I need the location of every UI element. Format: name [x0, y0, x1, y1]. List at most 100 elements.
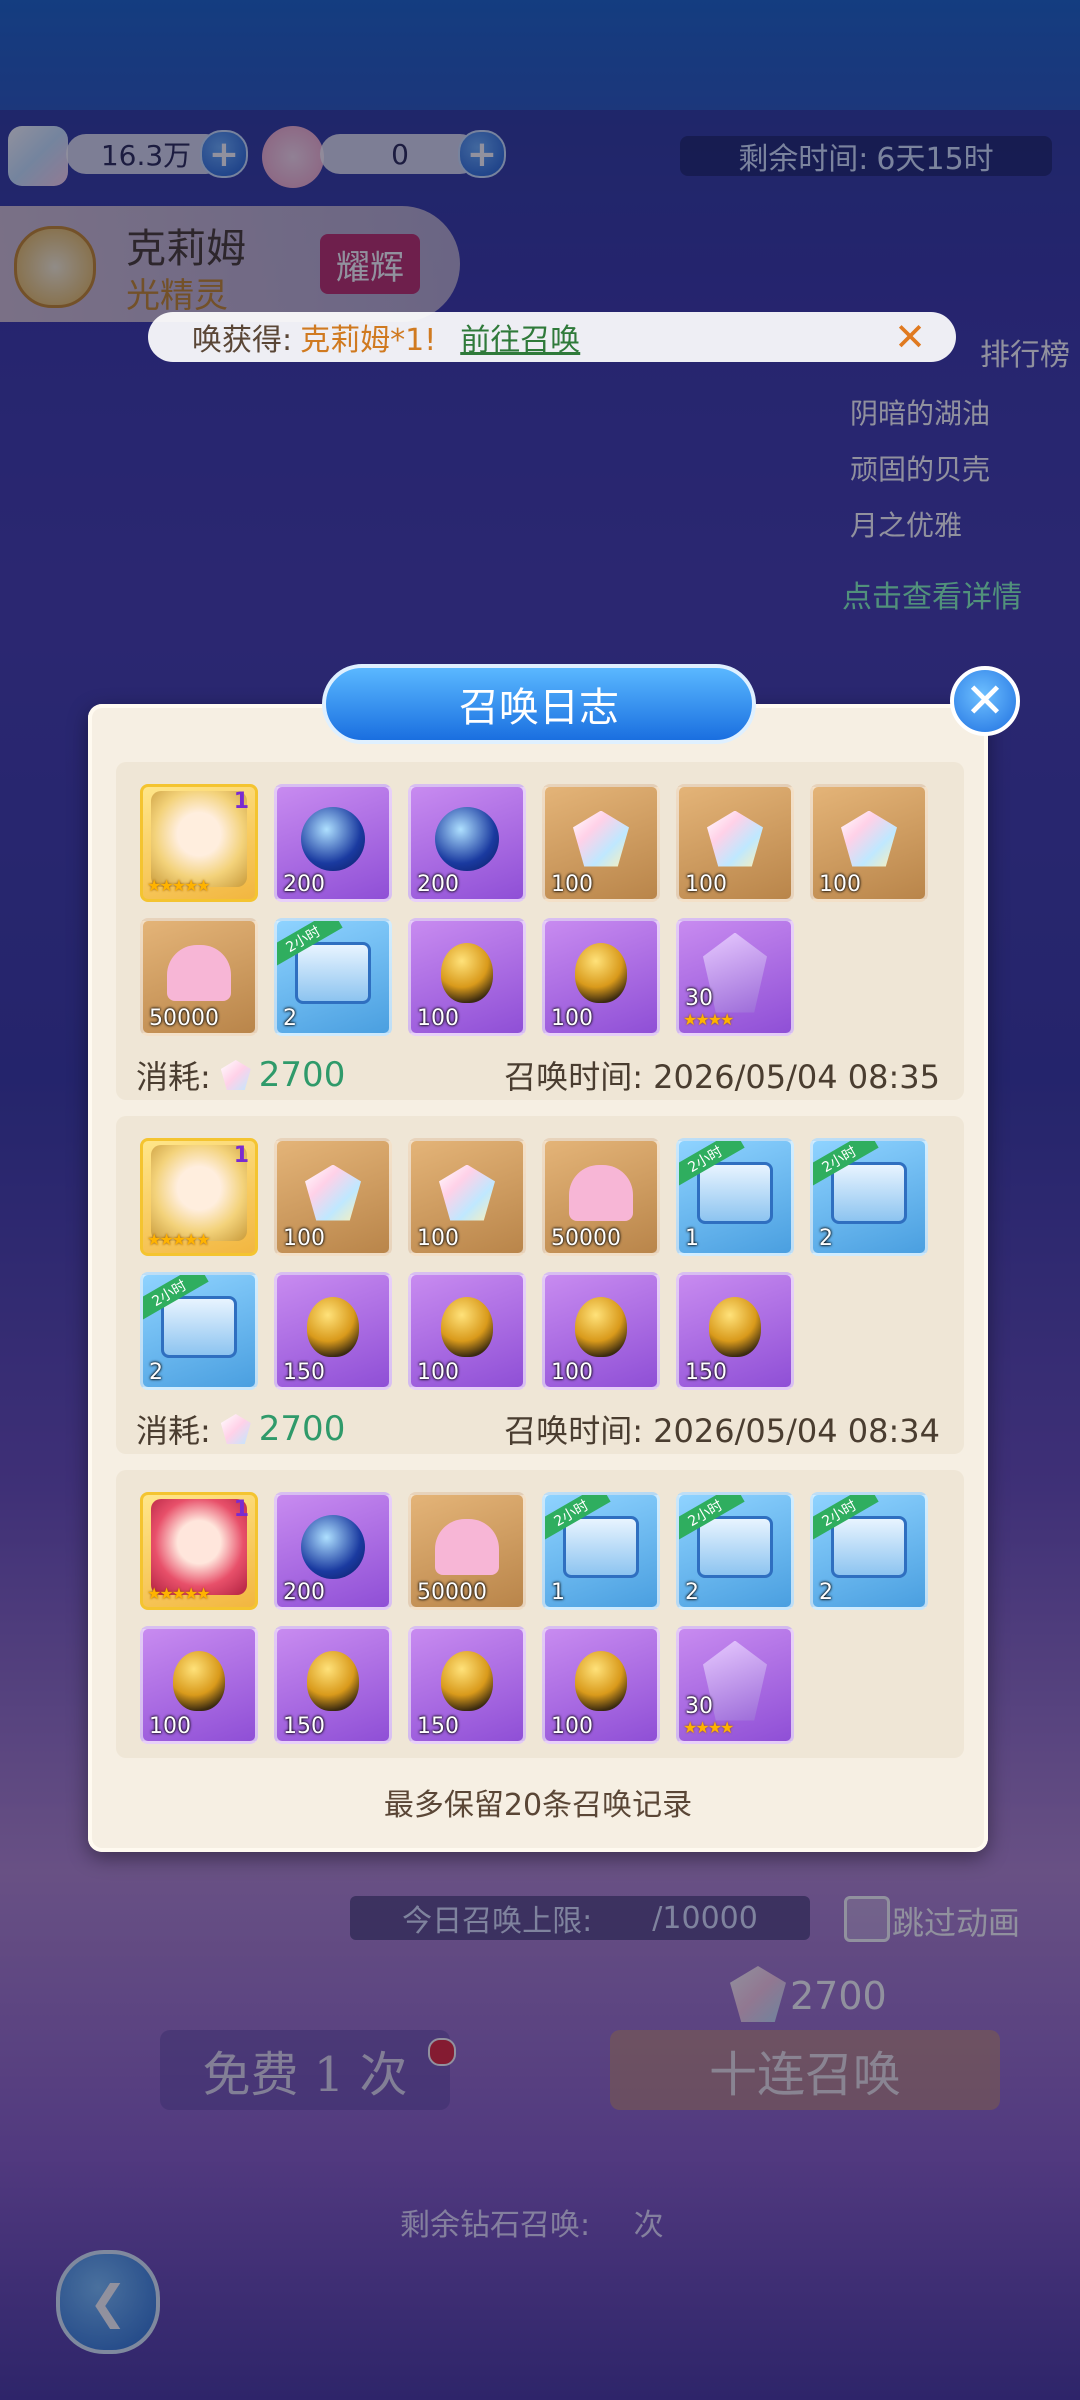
cost-label: 消耗: [136, 1058, 211, 1096]
cost-value: 2700 [258, 1409, 346, 1449]
orb-icon [435, 806, 499, 871]
reward-tile[interactable]: 30 ★★★★ [676, 918, 794, 1036]
chest-icon [831, 1515, 907, 1578]
quantity-label: 200 [283, 1580, 325, 1605]
go-summon-link[interactable]: 前往召唤 [460, 315, 580, 359]
reward-tile[interactable]: 150 [274, 1272, 392, 1390]
diamond-icon [220, 1060, 251, 1090]
reward-tile[interactable]: 100 [542, 1626, 660, 1744]
level-label: 1 [233, 789, 249, 814]
cost-row: 消耗: 2700 [136, 1406, 345, 1452]
character-portrait-icon [151, 1144, 247, 1241]
quantity-label: 100 [551, 1714, 593, 1739]
egg-icon [307, 1296, 359, 1357]
reward-tile[interactable]: 50000 [542, 1138, 660, 1256]
reward-tile[interactable]: 50000 [140, 918, 258, 1036]
level-label: 1 [233, 1143, 249, 1168]
summon-time: 召唤时间: 2026/05/04 08:34 [504, 1412, 940, 1450]
star-rating: ★★★★★ [147, 1230, 211, 1249]
summon-notification: 唤获得: 克莉姆*1! 前往召唤 ✕ [148, 312, 956, 362]
quantity-label: 2 [685, 1580, 699, 1605]
quantity-label: 100 [819, 872, 861, 897]
reward-tile[interactable]: 200 [274, 1492, 392, 1610]
notify-item: 克莉姆*1! [300, 323, 437, 358]
reward-tile[interactable]: 100 [542, 784, 660, 902]
quantity-label: 2 [149, 1360, 163, 1385]
character-portrait-icon [151, 790, 247, 887]
gem-icon [841, 810, 897, 867]
quantity-label: 150 [685, 1360, 727, 1385]
reward-tile[interactable]: 2小时 1 [676, 1138, 794, 1256]
orb-icon [301, 806, 365, 871]
star-rating: ★★★★★ [147, 876, 211, 895]
modal-title: 召唤日志 [322, 664, 756, 744]
reward-tile[interactable]: 2小时 2 [140, 1272, 258, 1390]
quantity-label: 100 [551, 1006, 593, 1031]
reward-tile[interactable]: 2小时 1 [542, 1492, 660, 1610]
gem-icon [305, 1164, 361, 1221]
summon-record: 1 ★★★★★ 200 50000 2小时 1 2小时 2 2小时 2 100 150 150 100 30… [116, 1470, 964, 1758]
egg-icon [575, 942, 627, 1003]
reward-tile[interactable]: 2小时 2 [676, 1492, 794, 1610]
reward-tile[interactable]: 150 [408, 1626, 526, 1744]
reward-tile[interactable]: 2小时 2 [274, 918, 392, 1036]
reward-tile[interactable]: 100 [140, 1626, 258, 1744]
reward-tile[interactable]: 100 [274, 1138, 392, 1256]
quantity-label: 100 [417, 1360, 459, 1385]
reward-tile[interactable]: 150 [274, 1626, 392, 1744]
egg-icon [307, 1650, 359, 1711]
quantity-label: 150 [417, 1714, 459, 1739]
egg-icon [575, 1650, 627, 1711]
chest-icon [697, 1515, 773, 1578]
record-limit-note: 最多保留20条召唤记录 [383, 1788, 693, 1823]
quantity-label: 50000 [551, 1226, 621, 1251]
reward-tile[interactable]: 100 [542, 1272, 660, 1390]
star-rating: ★★★★ [683, 1718, 734, 1737]
quantity-label: 100 [417, 1226, 459, 1251]
reward-tile[interactable]: 100 [542, 918, 660, 1036]
chest-icon [295, 941, 371, 1004]
quantity-label: 100 [551, 872, 593, 897]
reward-tile[interactable]: 100 [408, 1272, 526, 1390]
gem-icon [439, 1164, 495, 1221]
quantity-label: 100 [417, 1006, 459, 1031]
reward-tile[interactable]: 2小时 2 [810, 1492, 928, 1610]
quantity-label: 100 [551, 1360, 593, 1385]
gem-icon [707, 810, 763, 867]
heart-icon [569, 1164, 633, 1221]
quantity-label: 2 [819, 1226, 833, 1251]
reward-tile[interactable]: 150 [676, 1272, 794, 1390]
close-icon: ✕ [964, 673, 1006, 729]
reward-tile[interactable]: 30 ★★★★ [676, 1626, 794, 1744]
reward-tile[interactable]: 100 [676, 784, 794, 902]
close-notify-icon[interactable]: ✕ [894, 315, 926, 359]
reward-tile[interactable]: 2小时 2 [810, 1138, 928, 1256]
reward-tile[interactable]: 1 ★★★★★ [140, 784, 258, 902]
reward-tile[interactable]: 100 [408, 1138, 526, 1256]
quantity-label: 30 [685, 1694, 713, 1719]
reward-tile[interactable]: 100 [810, 784, 928, 902]
chest-icon [697, 1161, 773, 1224]
heart-icon [167, 944, 231, 1001]
egg-icon [709, 1296, 761, 1357]
reward-tile[interactable]: 200 [274, 784, 392, 902]
summon-record: 1 ★★★★★ 100 100 50000 2小时 1 2小时 2 2小时 2 150 100 100 15… [116, 1116, 964, 1454]
quantity-label: 50000 [417, 1580, 487, 1605]
reward-tile[interactable]: 100 [408, 918, 526, 1036]
level-label: 1 [233, 1497, 249, 1522]
star-rating: ★★★★ [683, 1010, 734, 1029]
quantity-label: 100 [685, 872, 727, 897]
reward-tile[interactable]: 1 ★★★★★ [140, 1138, 258, 1256]
quantity-label: 30 [685, 986, 713, 1011]
cost-value: 2700 [258, 1055, 346, 1095]
gem-icon [573, 810, 629, 867]
reward-tile[interactable]: 1 ★★★★★ [140, 1492, 258, 1610]
reward-tile[interactable]: 200 [408, 784, 526, 902]
egg-icon [575, 1296, 627, 1357]
character-portrait-icon [151, 1498, 247, 1595]
reward-tile[interactable]: 50000 [408, 1492, 526, 1610]
close-modal-button[interactable]: ✕ [950, 666, 1020, 736]
cost-row: 消耗: 2700 [136, 1052, 345, 1098]
egg-icon [173, 1650, 225, 1711]
orb-icon [301, 1514, 365, 1579]
